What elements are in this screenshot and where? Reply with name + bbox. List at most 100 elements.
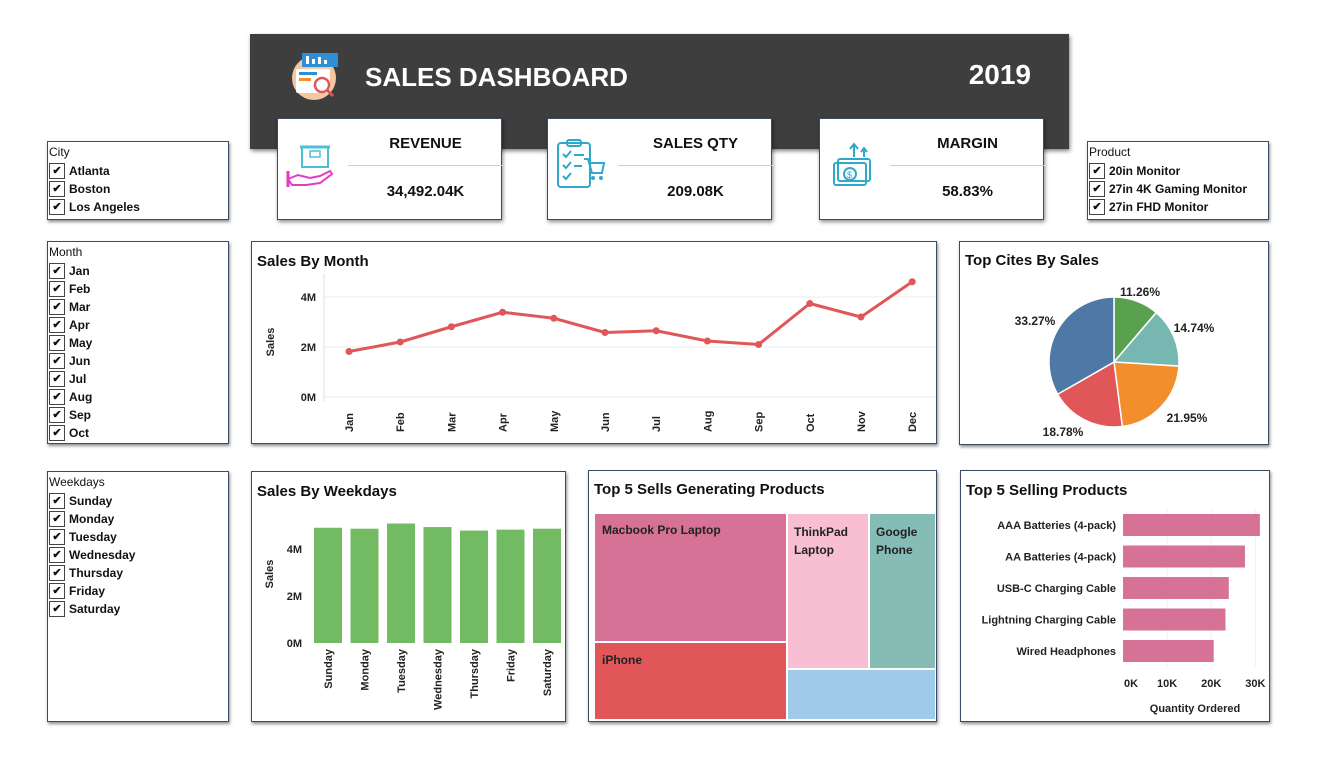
x-tick-label: Aug xyxy=(702,411,714,432)
filter-item-label: Apr xyxy=(69,318,90,332)
checkbox[interactable]: ✔ xyxy=(49,181,65,197)
checkbox[interactable]: ✔ xyxy=(1089,181,1105,197)
checkbox[interactable]: ✔ xyxy=(49,353,65,369)
filter-item-weekday[interactable]: ✔ Wednesday xyxy=(49,546,135,564)
filter-item-label: Boston xyxy=(69,182,111,196)
category-label: AAA Batteries (4-pack) xyxy=(997,520,1116,532)
filter-item-label: Saturday xyxy=(69,602,121,616)
filter-item-weekday[interactable]: ✔ Tuesday xyxy=(49,528,117,546)
checkbox[interactable]: ✔ xyxy=(49,407,65,423)
checklist-cart-icon xyxy=(557,139,606,188)
x-tick-label: Jun xyxy=(600,412,612,432)
kpi-divider xyxy=(348,165,503,166)
dashboard-title: SALES DASHBOARD xyxy=(365,62,628,92)
checkbox[interactable]: ✔ xyxy=(49,583,65,599)
filter-item-label: Sunday xyxy=(69,494,113,508)
kpi-card-revenue: REVENUE 34,492.04K xyxy=(277,118,503,220)
checkbox[interactable]: ✔ xyxy=(1089,199,1105,215)
kpi-divider xyxy=(618,165,773,166)
y-tick-label: 2M xyxy=(287,591,302,603)
treemap-cell-iphone[interactable]: iPhone xyxy=(595,643,786,719)
filter-item-weekday[interactable]: ✔ Friday xyxy=(49,582,105,600)
filter-item-month[interactable]: ✔ Feb xyxy=(49,280,90,298)
checkbox[interactable]: ✔ xyxy=(49,263,65,279)
checkbox[interactable]: ✔ xyxy=(49,529,65,545)
checkbox[interactable]: ✔ xyxy=(49,281,65,297)
filter-item-los-angeles[interactable]: ✔ Los Angeles xyxy=(49,198,140,216)
revenue-box-hand-icon xyxy=(286,145,334,187)
filter-item-month[interactable]: ✔ Apr xyxy=(49,316,90,334)
bar xyxy=(1123,577,1229,599)
treemap-cell-other[interactable] xyxy=(788,670,935,719)
top-cities-pie-chart: 11.26% 14.74% 21.95% 18.78% 33.27% xyxy=(1015,285,1215,439)
treemap-label: Google Phone xyxy=(876,525,918,557)
filter-item-weekday[interactable]: ✔ Sunday xyxy=(49,492,112,510)
data-point xyxy=(447,323,455,331)
checkbox[interactable]: ✔ xyxy=(1089,163,1105,179)
checkbox[interactable]: ✔ xyxy=(49,299,65,315)
checkbox[interactable]: ✔ xyxy=(49,389,65,405)
filter-label: City xyxy=(49,145,70,159)
dashboard-logo-icon xyxy=(292,53,338,100)
filter-item-month[interactable]: ✔ Oct xyxy=(49,424,89,442)
filter-item-weekday[interactable]: ✔ Saturday xyxy=(49,600,120,618)
slice-label: 11.26% xyxy=(1120,285,1160,299)
filter-item-weekday[interactable]: ✔ Monday xyxy=(49,510,114,528)
data-point xyxy=(550,314,558,322)
checkbox[interactable]: ✔ xyxy=(49,425,65,441)
x-tick-label: Jul xyxy=(651,416,663,432)
bar xyxy=(387,523,415,643)
y-tick-label: 2M xyxy=(301,342,316,354)
filter-item-weekday[interactable]: ✔ Thursday xyxy=(49,564,123,582)
series-line xyxy=(348,280,914,353)
x-tick-label: 20K xyxy=(1201,678,1221,690)
filter-item-boston[interactable]: ✔ Boston xyxy=(49,180,110,198)
filter-item-month[interactable]: ✔ Jul xyxy=(49,370,86,388)
checkbox[interactable]: ✔ xyxy=(49,601,65,617)
filter-item-atlanta[interactable]: ✔ Atlanta xyxy=(49,162,110,180)
x-tick-label: Friday xyxy=(506,648,518,682)
filter-item-label: Oct xyxy=(69,426,90,440)
checkbox[interactable]: ✔ xyxy=(49,371,65,387)
checkbox[interactable]: ✔ xyxy=(49,163,65,179)
money-growth-icon: $ xyxy=(833,142,871,186)
top-selling-products-panel: Top 5 Selling Products AAA Batteries (4-… xyxy=(960,470,1270,722)
filter-item-20in-monitor[interactable]: ✔ 20in Monitor xyxy=(1089,162,1180,180)
filter-item-month[interactable]: ✔ Aug xyxy=(49,388,92,406)
bar xyxy=(1123,545,1245,568)
treemap-cell-thinkpad[interactable]: ThinkPad Laptop xyxy=(788,514,868,668)
filter-item-month[interactable]: ✔ Mar xyxy=(49,298,90,316)
filter-item-27in-fhd-monitor[interactable]: ✔ 27in FHD Monitor xyxy=(1089,198,1208,216)
checkbox[interactable]: ✔ xyxy=(49,511,65,527)
checkbox[interactable]: ✔ xyxy=(49,565,65,581)
data-point xyxy=(857,313,865,321)
filter-item-month[interactable]: ✔ May xyxy=(49,334,92,352)
category-label: Lightning Charging Cable xyxy=(982,615,1116,627)
sales-by-month-chart: 0M 2M 4M Sales Jan Feb Mar Apr May Jun Jul Aug Sep Oc… xyxy=(265,274,936,432)
filter-item-label: Thursday xyxy=(69,566,124,580)
filter-item-month[interactable]: ✔ Jun xyxy=(49,352,90,370)
filter-item-label: 27in 4K Gaming Monitor xyxy=(1109,182,1248,196)
filter-item-month[interactable]: ✔ Jan xyxy=(49,262,90,280)
checkbox[interactable]: ✔ xyxy=(49,547,65,563)
checkbox[interactable]: ✔ xyxy=(49,335,65,351)
filter-item-27in-4k-monitor[interactable]: ✔ 27in 4K Gaming Monitor xyxy=(1089,180,1247,198)
kpi-label: REVENUE xyxy=(389,135,462,152)
treemap-cell-macbook[interactable]: Macbook Pro Laptop xyxy=(595,514,786,641)
x-tick-label: Oct xyxy=(805,413,817,432)
filter-item-month[interactable]: ✔ Sep xyxy=(49,406,91,424)
checkbox[interactable]: ✔ xyxy=(49,317,65,333)
treemap-cell-google-phone[interactable]: Google Phone xyxy=(870,514,935,668)
slice-label: 21.95% xyxy=(1167,411,1208,425)
kpi-value: 34,492.04K xyxy=(386,183,465,200)
checkbox[interactable]: ✔ xyxy=(49,493,65,509)
data-point xyxy=(806,300,814,307)
x-tick-label: Monday xyxy=(360,648,372,690)
filter-item-label: 27in FHD Monitor xyxy=(1109,200,1209,214)
checkbox[interactable]: ✔ xyxy=(49,199,65,215)
y-axis-label: Sales xyxy=(264,560,276,589)
filter-item-label: Jul xyxy=(69,372,87,386)
slice-label: 33.27% xyxy=(1015,314,1056,328)
data-point xyxy=(396,338,404,346)
bar xyxy=(1123,514,1260,536)
